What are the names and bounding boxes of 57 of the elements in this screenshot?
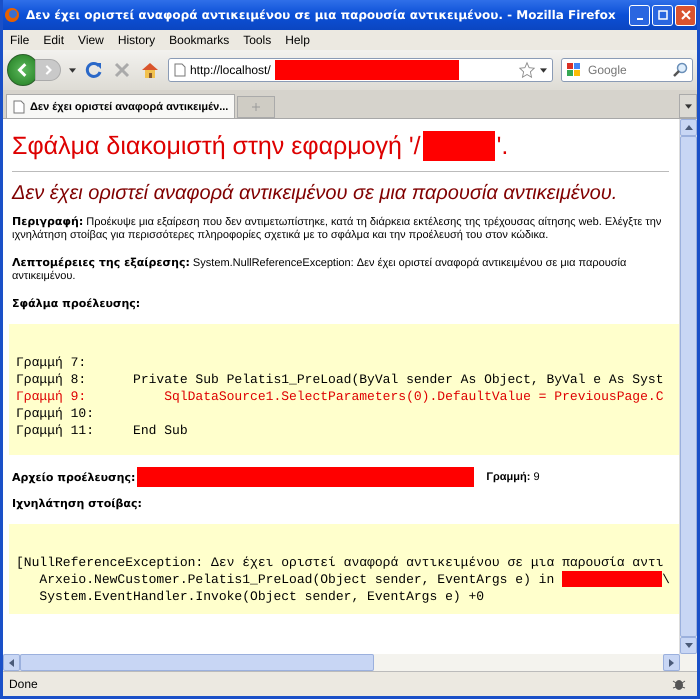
horizontal-scrollbar[interactable]: [3, 654, 697, 671]
right-arrow-icon[interactable]: [669, 658, 674, 666]
plus-icon: [251, 102, 262, 112]
browser-logo-icon: [4, 7, 20, 23]
page-icon: [174, 63, 186, 77]
home-icon[interactable]: [140, 60, 160, 80]
menu-item[interactable]: Help: [278, 33, 317, 47]
close-icon: [680, 10, 690, 20]
code-line: Arxeio.NewCustomer.Pelatis1_PreLoad(Object sender, EventArgs e) in: [38, 571, 556, 588]
menu-item[interactable]: File: [3, 33, 36, 47]
caret-icon[interactable]: [69, 68, 76, 72]
source-error-label: Σφάλμα προέλευσης:: [12, 297, 142, 310]
left-arrow-icon[interactable]: [9, 658, 14, 666]
code-line: Γραμμή 8: Private Sub Pelatis1_PreLoad(ByVal sender As Object, ByVal e As Syst: [16, 371, 665, 388]
window-title: Δεν έχει οριστεί αναφορά αντικειμένου σε μια παρουσία αντικειμένου. - Mozilla Firefox: [26, 8, 617, 22]
down-arrow-icon[interactable]: [684, 643, 692, 648]
code-line: Γραμμή 9: SqlDataSource1.SelectParameters(0).DefaultValue = PreviousPage.C: [16, 388, 665, 405]
maximize-button[interactable]: [652, 4, 673, 26]
code-line: Γραμμή 10:: [16, 405, 96, 422]
minimize-icon: [636, 18, 642, 20]
search-field[interactable]: Google: [561, 58, 693, 82]
tab-label: Δεν έχει οριστεί αναφορά αντικειμέν...: [30, 100, 228, 112]
menu-item[interactable]: History: [110, 33, 162, 47]
status-text: Done: [9, 677, 38, 691]
caret-icon: [684, 104, 692, 108]
browser-tab[interactable]: Δεν έχει οριστεί αναφορά αντικειμέν...: [6, 94, 236, 118]
code-line: System.EventHandler.Invoke(Object sender, EventArgs e) +0: [38, 588, 484, 605]
menu-item[interactable]: Bookmarks: [162, 33, 236, 47]
code-line: \: [662, 571, 670, 588]
minimize-button[interactable]: [629, 4, 650, 26]
url-text: http://localhost/: [190, 63, 271, 77]
line-number-text: Γραμμή: 9: [486, 471, 540, 483]
code-line: [NullReferenceException: Δεν έχει οριστεί αναφορά αντικειμένου σε μια παρουσία αντι: [16, 554, 664, 571]
caret-icon[interactable]: [540, 68, 547, 72]
menu-item[interactable]: View: [71, 33, 111, 47]
search-engine-icon: [566, 62, 582, 78]
stack-trace-label: Ιχνηλάτηση στοίβας:: [12, 497, 143, 510]
search-icon[interactable]: [672, 62, 688, 78]
menu-item[interactable]: Tools: [236, 33, 278, 47]
up-arrow-icon[interactable]: [684, 125, 692, 130]
close-button[interactable]: [675, 4, 696, 26]
exception-details-text: Λεπτομέρειες της εξαίρεσης: System.NullReferenceException: Δεν έχει οριστεί αναφορά αντικειμένου σε μια παρουσία αντικειμένου.: [12, 256, 628, 283]
reload-icon[interactable]: [84, 60, 104, 80]
description-text: Περιγραφή: Προέκυψε μια εξαίρεση που δεν αντιμετωπίστηκε, κατά τη διάρκεια εκτέλεσης της τρέχουσας αίτησης web. Ελέγξτε την ιχνηλάτηση στοίβας για περισσότερες πληροφορίες σχετικά με το σφάλμα και την προέλευσή του στον κώδικα.: [12, 215, 662, 242]
code-line: Γραμμή 7:: [16, 354, 88, 371]
star-icon[interactable]: [518, 61, 536, 79]
address-field[interactable]: http://localhost/: [168, 58, 553, 82]
error-heading: Σφάλμα διακομιστή στην εφαρμογή '/: [12, 132, 421, 160]
menu-item[interactable]: Edit: [36, 33, 72, 47]
maximize-icon: [658, 10, 668, 20]
error-message: Δεν έχει οριστεί αναφορά αντικειμένου σε μια παρουσία αντικειμένου.: [12, 182, 618, 205]
scrollbar-thumb[interactable]: [20, 654, 374, 671]
tab-list-button[interactable]: [679, 94, 697, 118]
source-file-label: Αρχείο προέλευσης:: [12, 470, 136, 484]
page-icon: [13, 100, 25, 114]
code-line: Γραμμή 11: End Sub: [16, 422, 189, 439]
error-heading: '.: [496, 132, 508, 160]
